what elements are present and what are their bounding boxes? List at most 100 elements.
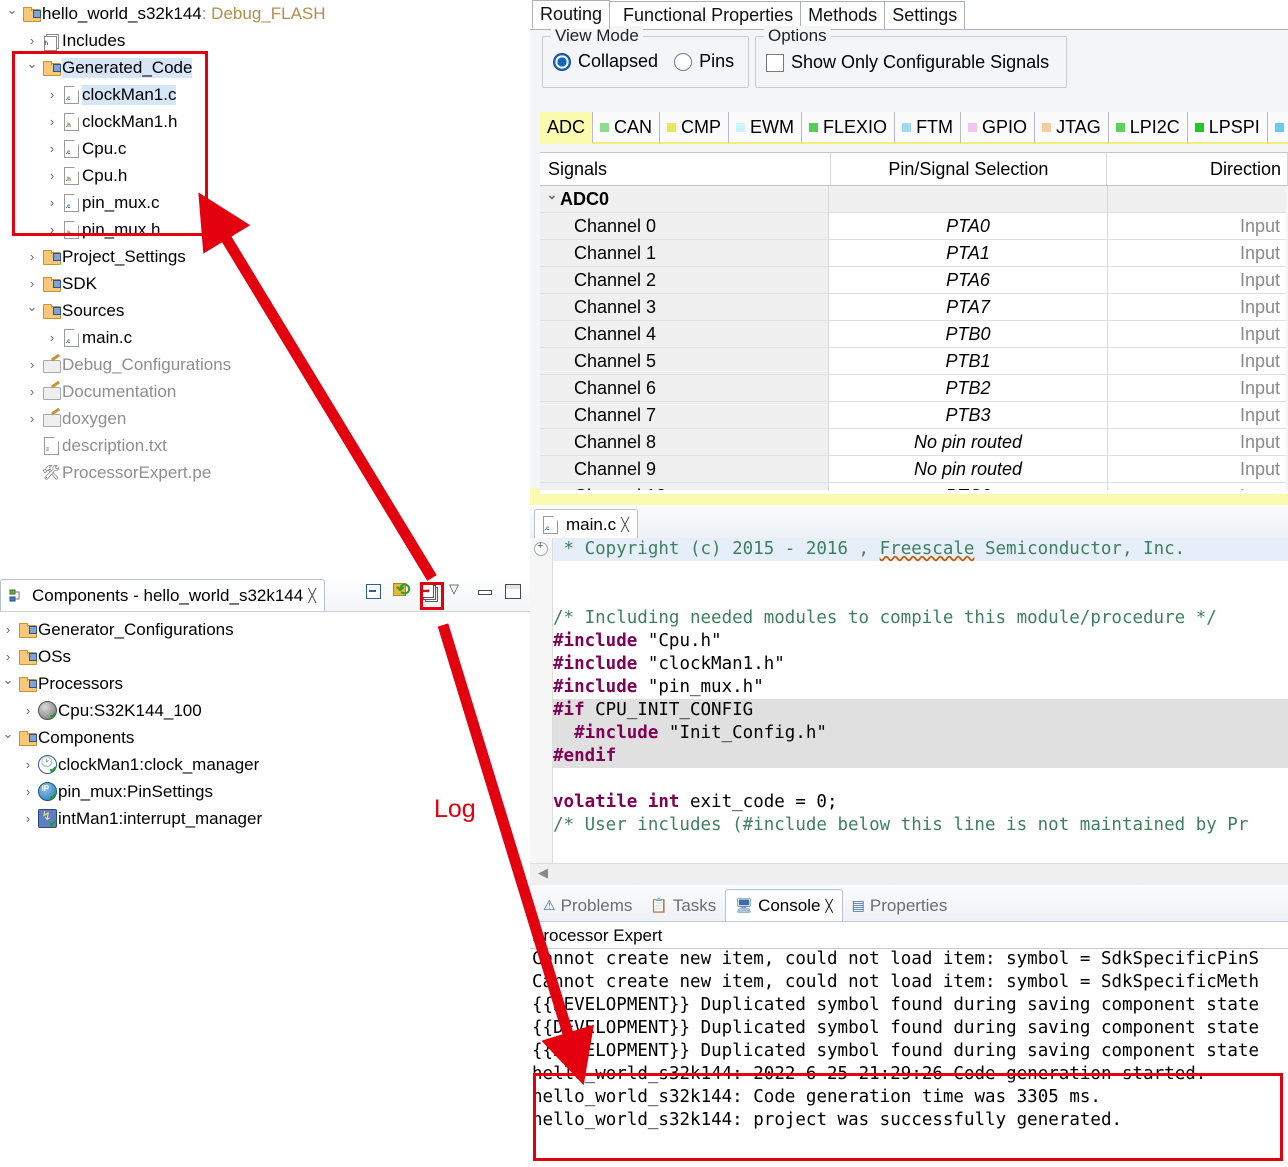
close-icon[interactable]: ╳ (308, 588, 316, 604)
column-header-pin-signal-selection[interactable]: Pin/Signal Selection (831, 153, 1107, 185)
tree-item-sdk[interactable]: SDK (0, 270, 530, 297)
expand-twisty-icon[interactable] (44, 87, 60, 102)
console-tab-bar[interactable]: ⚠ Problems 📋 Tasks 🖥 Console ╳ ▤ Properties (530, 885, 1288, 922)
radio-collapsed[interactable]: Collapsed (553, 51, 658, 72)
radio-button-icon[interactable] (553, 52, 571, 71)
expand-twisty-icon[interactable] (20, 811, 36, 826)
tree-item-clockman1-c[interactable]: .cclockMan1.c (0, 81, 530, 108)
maximize-icon[interactable] (504, 582, 522, 600)
signal-group-cell[interactable]: ADC0 (540, 186, 828, 213)
tab-components[interactable]: Components - hello_world_s32k144 ╳ (0, 579, 326, 611)
peripheral-tab-jtag[interactable]: JTAG (1035, 112, 1109, 144)
tree-item-generated-code[interactable]: Generated_Code (0, 54, 530, 81)
tab-problems[interactable]: ⚠ Problems (534, 890, 641, 921)
components-view-panel[interactable]: Components - hello_world_s32k144 ╳ ➥ Gen… (0, 575, 530, 1167)
collapse-all-icon[interactable] (365, 582, 383, 600)
peripheral-tab-ewm[interactable]: EWM (729, 112, 803, 144)
expand-twisty-icon[interactable] (4, 6, 20, 22)
expand-twisty-icon[interactable] (44, 222, 60, 237)
table-row[interactable]: Channel 5 PTB1 Input (540, 348, 1288, 375)
editor-code-area[interactable]: * Copyright (c) 2015 - 2016 , Freescale … (553, 538, 1288, 863)
tree-item-main-c[interactable]: .cmain.c (0, 324, 530, 351)
component-item-oss[interactable]: OSs (0, 643, 530, 670)
fold-expand-icon[interactable] (534, 540, 548, 556)
editor-gutter[interactable] (530, 538, 553, 885)
pin-selection-cell[interactable]: PTA0 (828, 213, 1108, 240)
pin-selection-cell[interactable]: PTB3 (828, 402, 1108, 429)
tree-item-processorexpert-pe[interactable]: 🛠 ProcessorExpert.pe (0, 459, 530, 486)
expand-twisty-icon[interactable] (24, 303, 40, 319)
table-row[interactable]: Channel 1 PTA1 Input (540, 240, 1288, 267)
peripheral-tab-can[interactable]: CAN (593, 112, 661, 144)
expand-twisty-icon[interactable] (44, 141, 60, 156)
tab-routing[interactable]: Routing (532, 0, 611, 29)
radio-pins[interactable]: Pins (674, 51, 734, 72)
checkbox-icon[interactable] (766, 53, 784, 72)
signal-group-row[interactable]: ADC0 (540, 186, 1288, 213)
tree-item-doxygen[interactable]: doxygen (0, 405, 530, 432)
peripheral-tab-lpspi[interactable]: LPSPI (1187, 112, 1268, 144)
column-header-signals[interactable]: Signals (540, 153, 832, 185)
tree-item-debug-configurations[interactable]: Debug_Configurations (0, 351, 530, 378)
component-item-pin-mux-pinsettings[interactable]: ✔pin_mux:PinSettings (0, 778, 530, 805)
component-item-components[interactable]: Components (0, 724, 530, 751)
peripheral-tab-cmp[interactable]: CMP (660, 112, 730, 144)
components-tree-list[interactable]: Generator_ConfigurationsOSsProcessors✔Cp… (0, 612, 530, 832)
tree-item-pin-mux-h[interactable]: .hpin_mux.h (0, 216, 530, 243)
pin-selection-cell[interactable]: PTB2 (828, 375, 1108, 402)
tab-console[interactable]: 🖥 Console ╳ (725, 889, 843, 921)
pin-selection-cell[interactable]: PTA6 (828, 267, 1108, 294)
peripheral-tab-gpio[interactable]: GPIO (961, 112, 1036, 144)
components-view-toolbar[interactable]: ➥ (365, 580, 522, 602)
pin-selection-cell[interactable]: PTB1 (828, 348, 1108, 375)
expand-twisty-icon[interactable] (24, 249, 40, 264)
tree-item-clockman1-h[interactable]: .hclockMan1.h (0, 108, 530, 135)
table-row[interactable]: Channel 3 PTA7 Input (540, 294, 1288, 321)
console-output[interactable]: Cannot create new item, could not load i… (530, 949, 1288, 1132)
signals-table[interactable]: Signals Pin/Signal Selection Direction A… (540, 152, 1288, 510)
tab-settings[interactable]: Settings (884, 1, 966, 29)
routing-tab-bar[interactable]: Routing Functional Properties Methods Setti… (530, 0, 1288, 30)
tab-main-c[interactable]: .c main.c ╳ (534, 509, 638, 539)
expand-twisty-icon[interactable] (20, 703, 36, 718)
expand-twisty-icon[interactable] (20, 757, 36, 772)
tree-item-cpu-h[interactable]: .hCpu.h (0, 162, 530, 189)
log-icon[interactable]: ➥ (421, 582, 438, 602)
pin-selection-cell[interactable]: PTA1 (828, 240, 1108, 267)
peripheral-tab-bar[interactable]: ADC CAN CMP EWM FLEXIO FTM GPIO JTAG LPI2C LPSPI L… (540, 112, 1288, 144)
close-icon[interactable]: ╳ (621, 517, 629, 533)
peripheral-tab-adc[interactable]: ADC (540, 112, 594, 144)
console-panel[interactable]: ⚠ Problems 📋 Tasks 🖥 Console ╳ ▤ Properties Proc… (530, 885, 1288, 1167)
expand-twisty-icon[interactable] (24, 33, 40, 48)
tree-item-project-settings[interactable]: Project_Settings (0, 243, 530, 270)
tree-item-description-txt[interactable]: ≡ description.txt (0, 432, 530, 459)
expand-twisty-icon[interactable] (24, 357, 40, 372)
pin-selection-cell[interactable]: PTA7 (828, 294, 1108, 321)
expand-twisty-icon[interactable] (44, 168, 60, 183)
expand-twisty-icon[interactable] (44, 330, 60, 345)
tab-methods[interactable]: Methods (800, 1, 886, 29)
tree-item-root[interactable]: hello_world_s32k144 : Debug_FLASH (0, 0, 530, 27)
table-row[interactable]: Channel 6 PTB2 Input (540, 375, 1288, 402)
peripheral-tab-lpi2c[interactable]: LPI2C (1108, 112, 1188, 144)
peripheral-tab-lptmr[interactable]: LPTMR (1267, 112, 1288, 144)
view-menu-icon[interactable] (448, 581, 466, 600)
expand-twisty-icon[interactable] (24, 384, 40, 399)
signals-table-body[interactable]: Channel 0 PTA0 Input Channel 1 PTA1 Input Chan… (540, 213, 1288, 510)
checkbox-show-only-configurable-signals[interactable]: Show Only Configurable Signals (766, 52, 1066, 73)
tree-item-documentation[interactable]: Documentation (0, 378, 530, 405)
tree-item-pin-mux-c[interactable]: .cpin_mux.c (0, 189, 530, 216)
expand-twisty-icon[interactable] (544, 191, 560, 207)
pin-selection-cell[interactable]: PTB0 (828, 321, 1108, 348)
column-header-direction[interactable]: Direction (1107, 153, 1288, 185)
peripheral-tab-ftm[interactable]: FTM (895, 112, 962, 144)
component-item-cpu-s32k144-100[interactable]: ✔Cpu:S32K144_100 (0, 697, 530, 724)
editor-horizontal-scrollbar[interactable] (530, 863, 1288, 885)
tab-properties[interactable]: ▤ Properties (843, 890, 957, 921)
project-explorer-panel[interactable]: hello_world_s32k144 : Debug_FLASH hInclu… (0, 0, 530, 575)
radio-button-icon[interactable] (674, 52, 693, 71)
component-item-generator-configurations[interactable]: Generator_Configurations (0, 616, 530, 643)
code-editor-panel[interactable]: .c main.c ╳ * Copyright (c) 2015 - 2016 … (530, 505, 1288, 885)
minimize-icon[interactable] (476, 582, 494, 600)
close-icon[interactable]: ╳ (825, 899, 832, 913)
